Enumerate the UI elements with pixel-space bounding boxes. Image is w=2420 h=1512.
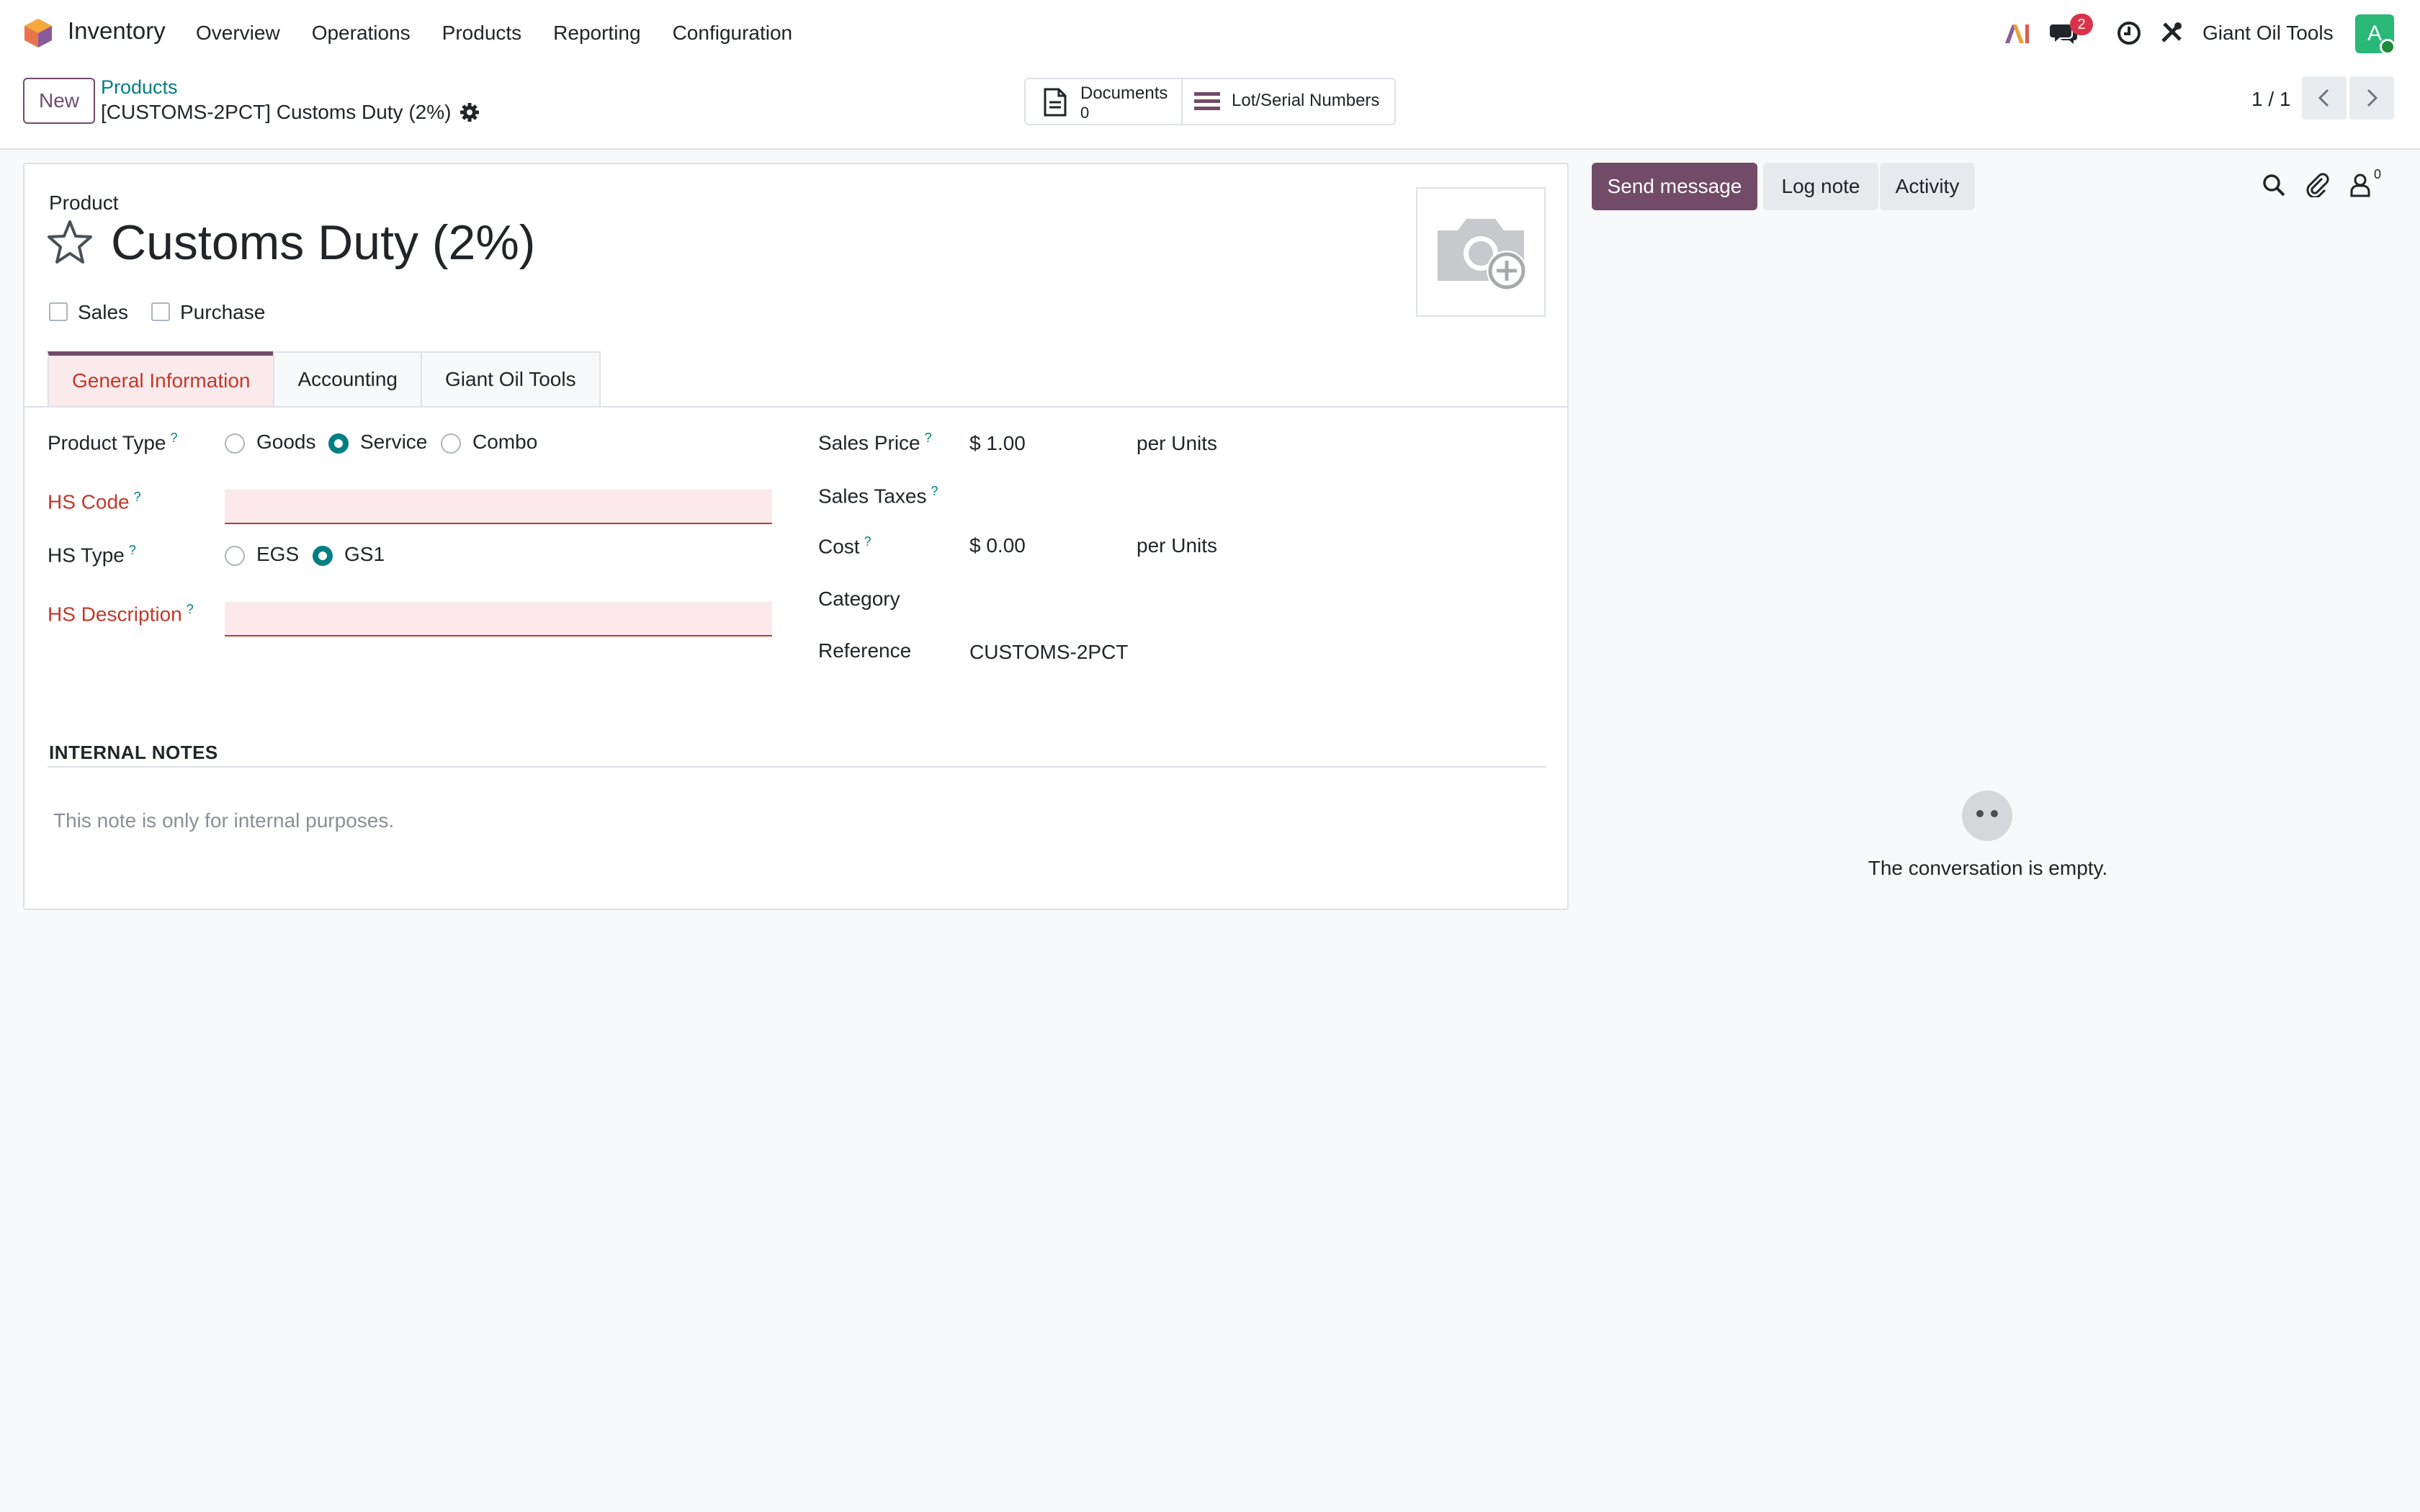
help-mark[interactable]: ?: [187, 602, 194, 616]
menu-configuration[interactable]: Configuration: [673, 22, 793, 45]
cost-label: Cost?: [818, 534, 871, 558]
empty-conversation-icon: [1962, 791, 2012, 841]
product-type-goods-label[interactable]: Goods: [256, 431, 316, 454]
documents-label: Documents: [1080, 84, 1168, 103]
sales-price-label: Sales Price?: [818, 431, 932, 454]
menu-reporting[interactable]: Reporting: [553, 22, 640, 45]
ai-icon[interactable]: [2002, 20, 2031, 46]
internal-notes-input[interactable]: This note is only for internal purposes.: [53, 809, 394, 832]
followers-count: 0: [2374, 167, 2382, 181]
cost-unit: per Units: [1137, 534, 1218, 557]
product-type-service-label[interactable]: Service: [360, 431, 427, 454]
help-mark[interactable]: ?: [925, 431, 932, 445]
camera-plus-icon: [1438, 219, 1527, 291]
product-image-field[interactable]: [1416, 187, 1546, 317]
paperclip-icon[interactable]: [2305, 171, 2329, 197]
hs-type-gs1-label[interactable]: GS1: [344, 543, 385, 566]
activity-button[interactable]: Activity: [1880, 163, 1975, 210]
product-type-goods-radio[interactable]: [225, 433, 245, 454]
help-mark[interactable]: ?: [134, 490, 141, 504]
product-type-service-radio[interactable]: [328, 433, 349, 454]
product-type-combo-radio[interactable]: [441, 433, 461, 454]
online-status-dot: [2380, 39, 2396, 55]
tab-general-information[interactable]: General Information: [48, 351, 275, 408]
menu-overview[interactable]: Overview: [196, 22, 280, 45]
company-name[interactable]: Giant Oil Tools: [2202, 22, 2334, 45]
chevron-left-icon: [2318, 89, 2329, 107]
tab-accounting[interactable]: Accounting: [273, 351, 423, 408]
record-title: [CUSTOMS-2PCT] Customs Duty (2%): [101, 101, 452, 123]
favorite-star-icon[interactable]: [46, 219, 94, 265]
debug-tools-icon[interactable]: [2159, 20, 2184, 45]
help-mark[interactable]: ?: [129, 543, 136, 557]
list-icon: [1194, 92, 1220, 110]
hs-code-label: HS Code?: [48, 490, 141, 513]
reference-label: Reference: [818, 639, 912, 662]
tab-divider: [24, 406, 1567, 408]
search-icon[interactable]: [2262, 173, 2286, 197]
new-button[interactable]: New: [23, 78, 95, 124]
product-label: Product: [49, 192, 119, 214]
followers-icon[interactable]: [2349, 173, 2371, 197]
hs-code-input[interactable]: [225, 490, 772, 524]
gear-icon[interactable]: [460, 102, 480, 122]
product-type-combo-label[interactable]: Combo: [472, 431, 537, 454]
lots-smart-button[interactable]: Lot/Serial Numbers: [1183, 79, 1394, 124]
pager-previous-button[interactable]: [2302, 76, 2347, 120]
product-type-label: Product Type?: [48, 431, 178, 454]
send-message-button[interactable]: Send message: [1592, 163, 1757, 210]
help-mark[interactable]: ?: [170, 431, 177, 445]
chevron-right-icon: [2367, 89, 2378, 107]
messages-badge: 2: [2070, 14, 2093, 35]
log-note-button[interactable]: Log note: [1763, 163, 1878, 210]
hs-type-egs-label[interactable]: EGS: [256, 543, 299, 566]
sales-price-unit: per Units: [1137, 432, 1218, 454]
hs-type-label: HS Type?: [48, 543, 136, 567]
menu-products[interactable]: Products: [442, 22, 522, 45]
internal-notes-divider: [48, 766, 1546, 768]
form-tabs: General Information Accounting Giant Oil…: [48, 351, 601, 408]
internal-notes-title: INTERNAL NOTES: [49, 742, 218, 763]
category-label: Category: [818, 588, 900, 610]
purchase-checkbox[interactable]: [151, 302, 170, 321]
menu-operations[interactable]: Operations: [312, 22, 411, 45]
help-mark[interactable]: ?: [864, 534, 871, 549]
lots-label: Lot/Serial Numbers: [1232, 91, 1380, 110]
documents-smart-button[interactable]: Documents 0: [1026, 79, 1183, 124]
cost-value[interactable]: $ 0.00: [969, 534, 1026, 557]
product-form-sheet: Product Customs Duty (2%) Sales Purchase…: [23, 163, 1569, 910]
activity-clock-icon[interactable]: [2116, 20, 2142, 46]
help-mark[interactable]: ?: [931, 484, 938, 498]
hs-description-input[interactable]: [225, 602, 772, 636]
pager-value[interactable]: 1 / 1: [2251, 88, 2290, 111]
smart-buttons: Documents 0 Lot/Serial Numbers: [1024, 78, 1396, 125]
control-panel: New Products [CUSTOMS-2PCT] Customs Duty…: [0, 66, 2420, 150]
hs-description-label: HS Description?: [48, 602, 194, 626]
top-navbar: Inventory Overview Operations Products R…: [0, 0, 2420, 66]
breadcrumb-products[interactable]: Products: [101, 76, 178, 99]
documents-count: 0: [1080, 104, 1090, 122]
hs-type-gs1-radio[interactable]: [313, 546, 333, 566]
inventory-app-icon[interactable]: [23, 17, 53, 49]
sales-checkbox-label[interactable]: Sales: [78, 301, 128, 324]
sales-taxes-label: Sales Taxes?: [818, 484, 938, 508]
sales-price-value[interactable]: $ 1.00: [969, 432, 1026, 455]
app-name[interactable]: Inventory: [68, 17, 166, 45]
reference-value[interactable]: CUSTOMS-2PCT: [969, 641, 1128, 664]
main-menu: Overview Operations Products Reporting C…: [196, 22, 824, 45]
purchase-checkbox-label[interactable]: Purchase: [180, 301, 265, 324]
hs-type-egs-radio[interactable]: [225, 546, 245, 566]
product-name[interactable]: Customs Duty (2%): [111, 215, 535, 271]
tab-giant-oil-tools[interactable]: Giant Oil Tools: [421, 351, 601, 408]
sales-checkbox[interactable]: [49, 302, 68, 321]
pager-next-button[interactable]: [2349, 76, 2394, 120]
empty-conversation-text: The conversation is empty.: [1868, 857, 2108, 879]
document-icon: [1044, 88, 1067, 117]
